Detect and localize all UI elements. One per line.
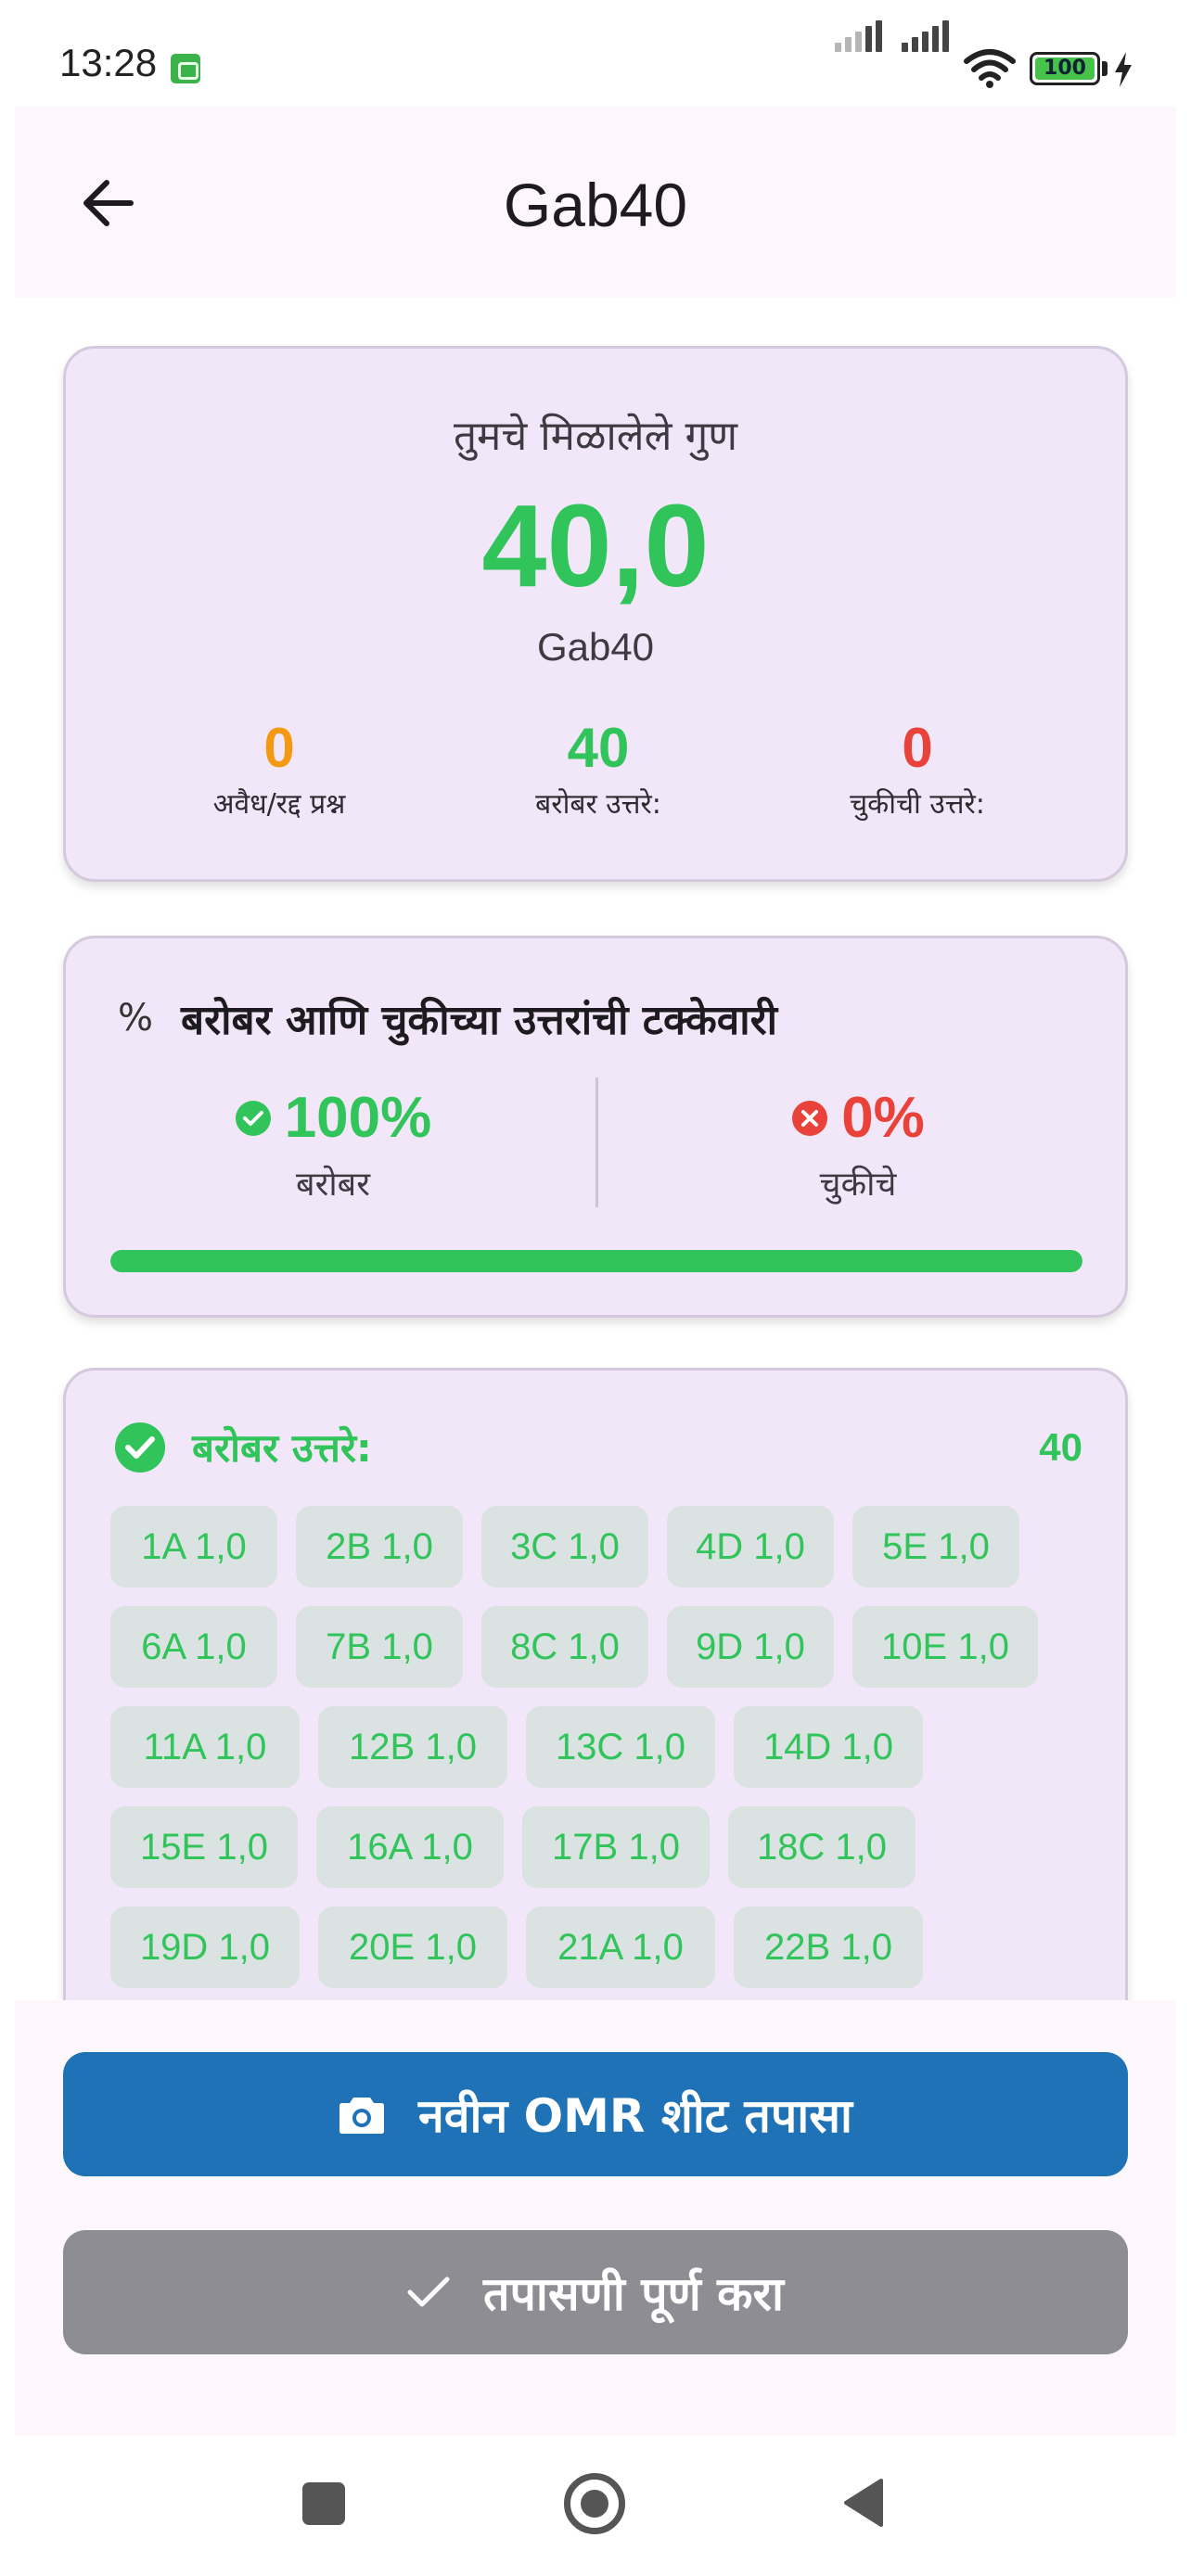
correct-answers-header: बरोबर उत्तरे: 40 — [114, 1421, 1082, 1473]
correct-answers-card: बरोबर उत्तरे: 40 1A 1,0 2B 1,0 3C 1,0 4D… — [63, 1368, 1128, 2000]
answer-chip[interactable]: 5E 1,0 — [852, 1506, 1019, 1588]
wrong-percentage: 0% चुकीचे — [598, 1085, 1118, 1205]
answer-chip[interactable]: 22B 1,0 — [734, 1906, 923, 1988]
camera-icon — [339, 2094, 385, 2135]
answer-chip[interactable]: 17B 1,0 — [522, 1806, 710, 1888]
correct-progress-fill — [110, 1250, 1082, 1272]
correct-percent-value: 100% — [284, 1086, 432, 1150]
percentage-card: % बरोबर आणि चुकीच्या उत्तरांची टक्केवारी… — [63, 936, 1128, 1318]
home-icon[interactable] — [564, 2473, 625, 2534]
wifi-icon — [963, 48, 1017, 93]
bottom-action-panel: नवीन OMR शीट तपासा तपासणी पूर्ण करा — [15, 2000, 1176, 2436]
battery-level: 100 — [1035, 57, 1095, 80]
correct-progress-bar — [110, 1250, 1082, 1272]
answer-chip[interactable]: 9D 1,0 — [667, 1606, 834, 1688]
answer-chip[interactable]: 1A 1,0 — [110, 1506, 277, 1588]
answer-chip[interactable]: 2B 1,0 — [296, 1506, 463, 1588]
sheet-name: Gab40 — [536, 625, 655, 669]
stat-invalid: 0 अवैध/रद्द प्रश्न — [140, 716, 418, 822]
results-content[interactable]: तुमचे मिळालेले गुण 40,0 Gab40 0 अवैध/रद्… — [0, 298, 1191, 2000]
stat-correct: 40 बरोबर उत्तरे: — [459, 716, 737, 822]
chip-row: 11A 1,0 12B 1,0 13C 1,0 14D 1,0 — [110, 1706, 1084, 1788]
charging-bolt-icon — [1113, 52, 1133, 91]
check-new-omr-button[interactable]: नवीन OMR शीट तपासा — [63, 2052, 1128, 2176]
battery-icon: 100 — [1030, 52, 1100, 85]
answer-chip[interactable]: 18C 1,0 — [728, 1806, 916, 1888]
status-bar: 13:28 100 — [0, 0, 1191, 107]
correct-percentage: 100% बरोबर — [73, 1085, 593, 1205]
correct-percent-label: बरोबर — [296, 1166, 370, 1204]
app-bar: Gab40 — [15, 107, 1176, 298]
chip-row: 1A 1,0 2B 1,0 3C 1,0 4D 1,0 5E 1,0 — [110, 1506, 1084, 1588]
answer-chip[interactable]: 15E 1,0 — [110, 1806, 298, 1888]
check-circle-icon — [235, 1100, 271, 1136]
chip-row: 19D 1,0 20E 1,0 21A 1,0 22B 1,0 — [110, 1906, 1084, 1988]
answer-chip[interactable]: 3C 1,0 — [481, 1506, 648, 1588]
check-icon — [407, 2276, 450, 2309]
score-card: तुमचे मिळालेले गुण 40,0 Gab40 0 अवैध/रद्… — [63, 346, 1128, 882]
recent-apps-icon[interactable] — [302, 2482, 345, 2525]
stat-correct-label: बरोबर उत्तरे: — [535, 788, 661, 821]
answer-chip[interactable]: 7B 1,0 — [296, 1606, 463, 1688]
stat-correct-value: 40 — [567, 717, 630, 779]
answer-chips: 1A 1,0 2B 1,0 3C 1,0 4D 1,0 5E 1,0 6A 1,… — [110, 1506, 1084, 2000]
score-subtitle: तुमचे मिळालेले गुण — [453, 413, 738, 460]
page-title: Gab40 — [503, 171, 688, 239]
wrong-percent-value: 0% — [841, 1086, 925, 1150]
answer-chip[interactable]: 14D 1,0 — [734, 1706, 923, 1788]
cancel-circle-icon — [792, 1100, 828, 1136]
stat-wrong-value: 0 — [902, 717, 933, 779]
correct-answers-title: बरोबर उत्तरे: — [192, 1425, 372, 1471]
answer-chip[interactable]: 21A 1,0 — [526, 1906, 715, 1988]
chip-row: 6A 1,0 7B 1,0 8C 1,0 9D 1,0 10E 1,0 — [110, 1606, 1084, 1688]
percent-icon: % — [118, 997, 154, 1039]
percentage-title: बरोबर आणि चुकीच्या उत्तरांची टक्केवारी — [181, 997, 778, 1044]
stat-wrong: 0 चुकीची उत्तरे: — [778, 716, 1057, 822]
battery-tip — [1102, 61, 1108, 76]
wrong-percent-label: चुकीचे — [819, 1166, 897, 1204]
stat-wrong-label: चुकीची उत्तरे: — [850, 788, 985, 821]
answer-chip[interactable]: 16A 1,0 — [316, 1806, 504, 1888]
percentage-header: % बरोबर आणि चुकीच्या उत्तरांची टक्केवारी — [118, 990, 777, 1046]
score-value: 40,0 — [481, 480, 710, 611]
back-triangle-icon[interactable] — [840, 2477, 885, 2532]
stat-invalid-label: अवैध/रद्द प्रश्न — [212, 788, 346, 821]
answer-chip[interactable]: 19D 1,0 — [110, 1906, 300, 1988]
check-circle-icon — [115, 1422, 165, 1473]
answer-chip[interactable]: 12B 1,0 — [318, 1706, 507, 1788]
system-navigation-bar — [0, 2436, 1191, 2576]
check-new-omr-label: नवीन OMR शीट तपासा — [418, 2089, 852, 2143]
answer-chip[interactable]: 10E 1,0 — [852, 1606, 1038, 1688]
answer-chip[interactable]: 20E 1,0 — [318, 1906, 507, 1988]
app-notification-icon — [171, 54, 200, 83]
finish-checking-button[interactable]: तपासणी पूर्ण करा — [63, 2230, 1128, 2354]
answer-chip[interactable]: 8C 1,0 — [481, 1606, 648, 1688]
finish-checking-label: तपासणी पूर्ण करा — [483, 2267, 784, 2321]
answer-chip[interactable]: 6A 1,0 — [110, 1606, 277, 1688]
answer-chip[interactable]: 11A 1,0 — [110, 1706, 300, 1788]
status-time: 13:28 — [59, 41, 158, 84]
stat-invalid-value: 0 — [263, 717, 295, 779]
correct-answers-count: 40 — [1039, 1424, 1082, 1469]
chip-row: 15E 1,0 16A 1,0 17B 1,0 18C 1,0 — [110, 1806, 1084, 1888]
answer-chip[interactable]: 13C 1,0 — [526, 1706, 715, 1788]
answer-chip[interactable]: 4D 1,0 — [667, 1506, 834, 1588]
